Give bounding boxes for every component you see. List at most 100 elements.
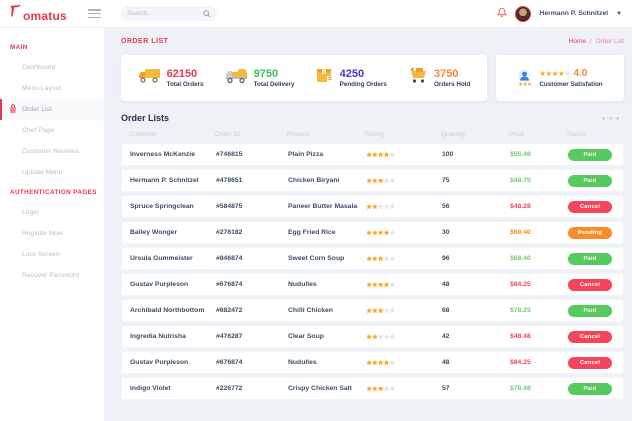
cell-price: $68.40	[510, 255, 531, 262]
cell-price: $84.25	[510, 359, 531, 366]
cell-quantity: 48	[442, 359, 450, 366]
status-badge: Paid	[568, 148, 612, 161]
sidebar-item-dashboard[interactable]: Dashboard	[0, 57, 104, 78]
cell-rating-stars: ★★★★★	[366, 333, 395, 341]
table-row[interactable]: Indigo Violet #226772 Crispy Chicken Sal…	[121, 377, 624, 400]
cell-order-id: #226772	[216, 385, 243, 392]
cell-order-id: #676874	[216, 359, 243, 366]
cell-customer: Hermann P. Schnitzel	[130, 177, 199, 184]
sidebar-item-login[interactable]: Login	[0, 202, 104, 223]
cell-quantity: 30	[442, 229, 450, 236]
brand-logo[interactable]: omatus	[0, 4, 84, 23]
breadcrumb-home-link[interactable]: Home	[569, 38, 586, 45]
table-row[interactable]: Gustav Purpleson #676874 Nudulles ★★★★★ …	[121, 351, 624, 374]
cell-customer: Ingredia Nutrisha	[130, 333, 186, 340]
truck-icon	[138, 67, 162, 89]
cell-customer: Gustav Purpleson	[130, 359, 189, 366]
sidebar-item-recover-password[interactable]: Recover Password	[0, 265, 104, 286]
table-row[interactable]: Hermann P. Schnitzel #478651 Chicken Bir…	[121, 169, 624, 192]
sidebar-item-label: Lock Screen	[22, 251, 60, 258]
cell-price: $48.75	[510, 177, 531, 184]
cell-quantity: 68	[442, 307, 450, 314]
stat-value: 62150	[166, 67, 198, 80]
mini-stars: ★★★	[518, 81, 532, 88]
sidebar-item-customer-reviews[interactable]: Customer Reviews	[0, 141, 104, 162]
cell-quantity: 56	[442, 203, 450, 210]
satisfaction-card: ★★★ ★★★★★ 4.0 Customer Satisfation	[496, 55, 624, 101]
sidebar-item-order-list[interactable]: Order List	[0, 99, 104, 120]
cart-icon	[408, 67, 429, 89]
delivery-truck-icon	[225, 67, 249, 89]
stat-value: 4250	[339, 67, 365, 80]
sidebar-item-label: Dashboard	[22, 64, 56, 71]
cell-customer: Archibald Northbottom	[130, 307, 205, 314]
sidebar-item-lock-screen[interactable]: Lock Screen	[0, 244, 104, 265]
stat-orders-hold: 3750 Orders Hold	[408, 67, 470, 89]
table-row[interactable]: Archibald Northbottom #682472 Chilli Chi…	[121, 299, 624, 322]
cell-product: Nudulles	[288, 359, 317, 366]
sidebar-item-upload-menu[interactable]: Upload Menu	[0, 162, 104, 183]
table-row[interactable]: Inverness McKenzie #746815 Plain Pizza ★…	[121, 143, 624, 166]
sidebar-item-register-now[interactable]: Register Now	[0, 223, 104, 244]
cell-product: Plain Pizza	[288, 151, 324, 158]
cell-order-id: #682472	[216, 307, 243, 314]
sidebar-item-chef-page[interactable]: Chef Page	[0, 120, 104, 141]
column-header-status: Status	[567, 130, 586, 138]
status-badge: Pending	[568, 226, 612, 239]
sidebar-item-label: Order List	[22, 106, 52, 113]
cell-rating-stars: ★★★★★	[366, 307, 395, 315]
cell-rating-stars: ★★★★★	[366, 229, 395, 237]
stat-label: Pending Orders	[339, 80, 387, 88]
table-row[interactable]: Ingredia Nutrisha #476287 Clear Soup ★★★…	[121, 325, 624, 348]
table-row[interactable]: Ursula Gummeister #846874 Sweet Corn Sou…	[121, 247, 624, 270]
cell-rating-stars: ★★★★★	[366, 177, 395, 185]
sidebar-item-label: Login	[22, 209, 39, 216]
cell-customer: Indigo Violet	[130, 385, 171, 392]
cell-order-id: #276182	[216, 229, 243, 236]
cell-price: $48.28	[510, 203, 531, 210]
sidebar-item-label: Chef Page	[22, 127, 55, 134]
column-header-rating: Rating	[365, 130, 384, 138]
sidebar-item-menu-layout[interactable]: Menu Layout	[0, 78, 104, 99]
table-row[interactable]: Spruce Springclean #584875 Paneer Butter…	[121, 195, 624, 218]
chevron-down-icon[interactable]: ▼	[616, 11, 622, 17]
user-name[interactable]: Hermann P. Schnitzel	[539, 10, 608, 17]
cell-product: Sweet Corn Soup	[288, 255, 345, 262]
user-avatar[interactable]	[515, 5, 532, 22]
hamburger-menu-icon[interactable]	[88, 9, 101, 18]
cell-customer: Spruce Springclean	[130, 203, 194, 210]
page-header: ORDER LIST Home / Order List	[121, 38, 624, 45]
search-input[interactable]	[127, 10, 203, 17]
stat-value: 3750	[434, 67, 459, 80]
cell-order-id: #584875	[216, 203, 243, 210]
cell-product: Paneer Butter Masala	[288, 203, 358, 210]
more-options-icon[interactable]: • • •	[602, 114, 624, 123]
cell-quantity: 42	[442, 333, 450, 340]
bell-icon[interactable]	[497, 5, 508, 23]
cell-customer: Ursula Gummeister	[130, 255, 193, 262]
table-header: Customer Order ID Product Rating Quantity Pri…	[121, 125, 624, 143]
cell-product: Nudulles	[288, 281, 317, 288]
breadcrumb: Home / Order List	[569, 38, 624, 45]
search-icon	[203, 5, 211, 23]
table-row[interactable]: Bailey Wonger #276182 Egg Fried Rice ★★★…	[121, 221, 624, 244]
status-badge: Cancel	[568, 200, 612, 213]
logo-swoosh-icon	[9, 4, 22, 23]
sidebar-item-label: Recover Password	[22, 272, 80, 279]
cell-customer: Inverness McKenzie	[130, 151, 195, 158]
cell-quantity: 75	[442, 177, 450, 184]
cell-quantity: 48	[442, 281, 450, 288]
cell-rating-stars: ★★★★★	[366, 203, 395, 211]
topbar: omatus Hermann P. Schnitzel ▼	[0, 0, 632, 28]
cell-quantity: 100	[442, 151, 454, 158]
table-row[interactable]: Gustav Purpleson #676874 Nudulles ★★★★★ …	[121, 273, 624, 296]
cell-price: $55.48	[510, 151, 531, 158]
cell-order-id: #476287	[216, 333, 243, 340]
cell-price: $78.25	[510, 307, 531, 314]
status-badge: Paid	[568, 252, 612, 265]
search-box[interactable]	[121, 6, 217, 21]
cell-product: Egg Fried Rice	[288, 229, 336, 236]
cell-product: Chilli Chicken	[288, 307, 333, 314]
column-header-price: Price	[509, 130, 524, 138]
stat-label: Orders Hold	[434, 80, 471, 88]
